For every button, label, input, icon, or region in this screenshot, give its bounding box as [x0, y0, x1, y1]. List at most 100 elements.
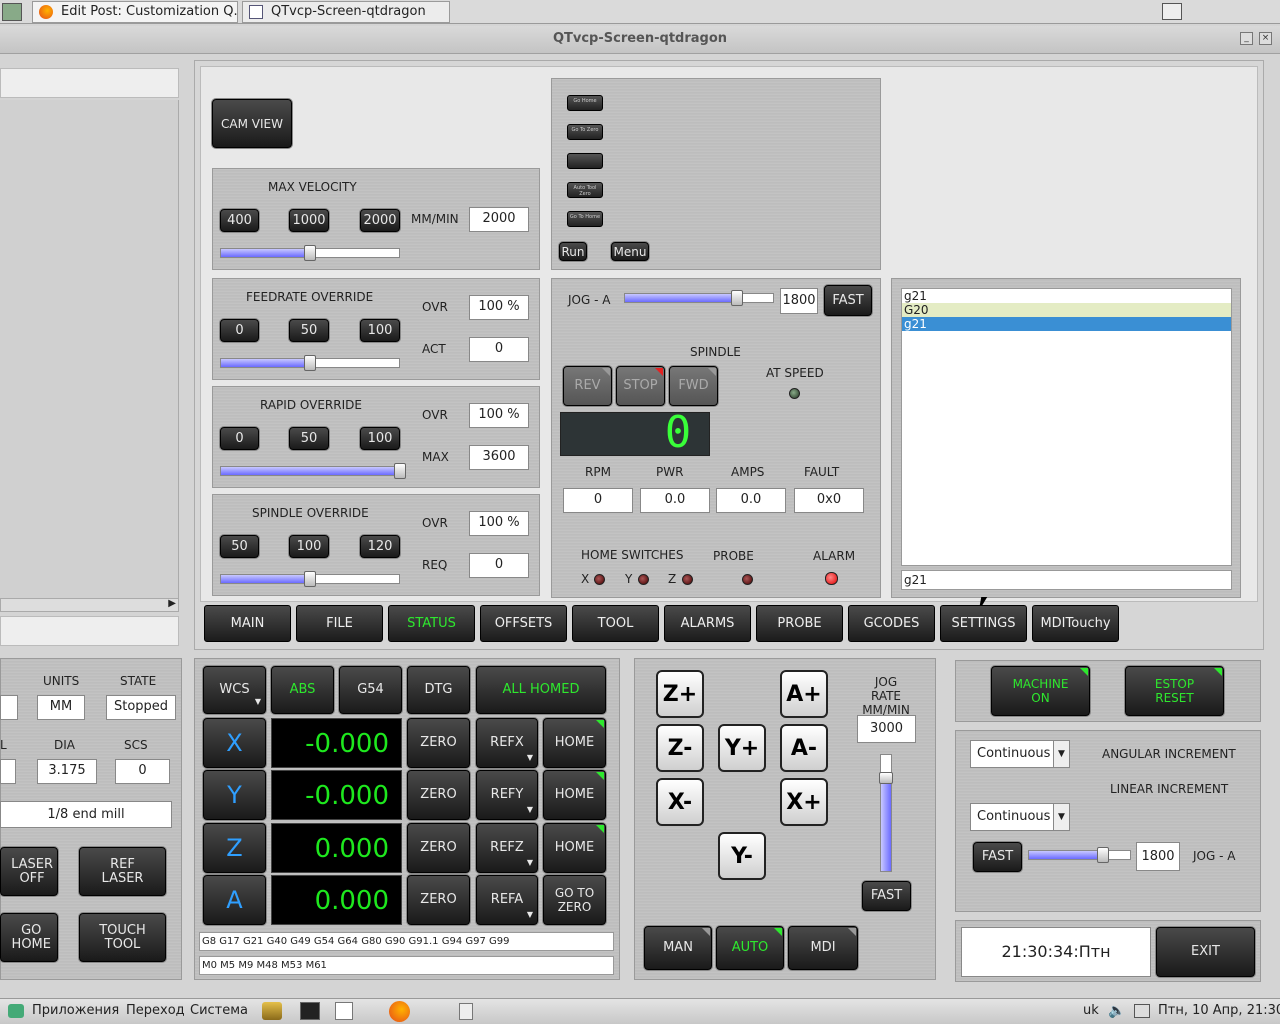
volume-icon[interactable]: 🔈 [1108, 1000, 1125, 1022]
jog-a-plus-button[interactable]: A+ [780, 670, 828, 718]
tab-settings[interactable]: SETTINGS [940, 605, 1027, 642]
tab-alarms[interactable]: ALARMS [664, 605, 751, 642]
applications-menu[interactable]: Приложения [32, 1000, 119, 1022]
rapid-slider-handle[interactable] [394, 463, 406, 479]
jog-x-plus-button[interactable]: X+ [780, 778, 828, 826]
jog-a-slider-handle[interactable] [730, 290, 743, 306]
run-button[interactable]: Run [559, 242, 587, 261]
tab-offsets[interactable]: OFFSETS [480, 605, 567, 642]
mdi-history-item[interactable]: G20 [902, 303, 1231, 317]
axis-z-button[interactable]: Z [203, 823, 266, 873]
home-y-button[interactable]: HOME [543, 770, 606, 820]
velocity-2000-button[interactable]: 2000 [360, 209, 400, 232]
axis-y-button[interactable]: Y [203, 770, 266, 820]
jog-a-fast-button[interactable]: FAST [824, 285, 872, 316]
ref-a-button[interactable]: REFA ▼ [476, 875, 538, 925]
spindle-100-button[interactable]: 100 [289, 535, 329, 558]
go-home-button[interactable]: GO HOME [0, 913, 58, 962]
jog-a-field[interactable]: 1800 [780, 288, 818, 314]
machine-on-button[interactable]: MACHINE ON [991, 666, 1090, 716]
menu-button[interactable]: Menu [611, 242, 649, 261]
jog-a-fast-button-2[interactable]: FAST [973, 842, 1022, 872]
cam-view-button[interactable]: CAM VIEW [212, 99, 292, 148]
macro-go-to-home-button[interactable]: Go To Home [567, 211, 603, 227]
linear-increment-select[interactable]: Continuous ▼ [970, 803, 1070, 831]
tab-gcodes[interactable]: GCODES [848, 605, 935, 642]
tab-tool[interactable]: TOOL [572, 605, 659, 642]
system-menu[interactable]: Система [190, 1000, 248, 1022]
max-velocity-slider-handle[interactable] [304, 245, 316, 261]
spindle-stop-button[interactable]: STOP [616, 366, 665, 406]
tab-mditouchy[interactable]: MDITouchy [1032, 605, 1119, 642]
macro-go-home-button[interactable]: Go Home [567, 95, 603, 111]
jog-y-minus-button[interactable]: Y- [718, 832, 766, 880]
jog-z-plus-button[interactable]: Z+ [656, 670, 704, 718]
browser-tab-qtvcp[interactable]: QTvcp-Screen-qtdragon [242, 1, 450, 23]
axis-a-button[interactable]: A [203, 875, 266, 925]
dropdown-arrow-icon[interactable]: ▼ [1053, 741, 1069, 767]
tab-status[interactable]: STATUS [388, 605, 475, 642]
jog-rate-slider-handle[interactable] [879, 771, 893, 784]
places-menu[interactable]: Переход [126, 1000, 185, 1022]
spindle-50-button[interactable]: 50 [220, 535, 259, 558]
mdi-history-item[interactable]: g21 [902, 289, 1231, 303]
spindle-slider-handle[interactable] [304, 571, 316, 587]
browser-tab-edit-post[interactable]: Edit Post: Customization Q... [32, 1, 238, 23]
jog-x-minus-button[interactable]: X- [656, 778, 704, 826]
tab-file[interactable]: FILE [296, 605, 383, 642]
scrollbar[interactable]: ▶ [0, 598, 179, 612]
spindle-rev-button[interactable]: REV [563, 366, 612, 406]
scroll-right-icon[interactable]: ▶ [168, 598, 176, 609]
tab-probe[interactable]: PROBE [756, 605, 843, 642]
rapid-slider[interactable] [220, 466, 400, 476]
ref-y-button[interactable]: REFY ▼ [476, 770, 538, 820]
macro-blank-button[interactable] [567, 153, 603, 169]
jog-a-minus-button[interactable]: A- [780, 724, 828, 772]
ref-laser-button[interactable]: REF LASER [79, 847, 166, 896]
feedrate-slider-handle[interactable] [304, 355, 316, 371]
dtg-button[interactable]: DTG [407, 666, 470, 714]
feedrate-0-button[interactable]: 0 [220, 319, 259, 342]
rapid-100-button[interactable]: 100 [360, 427, 400, 450]
laser-off-button[interactable]: LASER OFF [0, 847, 58, 896]
mdi-mode-button[interactable]: MDI [788, 926, 858, 970]
auto-mode-button[interactable]: AUTO [716, 926, 784, 970]
zero-z-button[interactable]: ZERO [407, 823, 470, 873]
macro-go-to-zero-button[interactable]: Go To Zero [567, 124, 603, 140]
tab-main[interactable]: MAIN [204, 605, 291, 642]
zero-a-button[interactable]: ZERO [407, 875, 470, 925]
g54-button[interactable]: G54 [339, 666, 402, 714]
mdi-input[interactable]: g21 [901, 570, 1232, 590]
trash-icon[interactable] [459, 1003, 473, 1020]
linuxcnc-launcher-icon[interactable] [262, 1002, 282, 1020]
feedrate-100-button[interactable]: 100 [360, 319, 400, 342]
abs-button[interactable]: ABS [271, 666, 334, 714]
minimize-icon[interactable]: _ [1240, 32, 1253, 45]
rapid-0-button[interactable]: 0 [220, 427, 259, 450]
rapid-50-button[interactable]: 50 [289, 427, 329, 450]
jog-a-slider-2[interactable] [1028, 850, 1131, 860]
zero-x-button[interactable]: ZERO [407, 718, 470, 768]
max-velocity-field[interactable]: 2000 [469, 207, 529, 232]
ref-z-button[interactable]: REFZ ▼ [476, 823, 538, 873]
touch-tool-button[interactable]: TOUCH TOOL [79, 913, 166, 962]
home-x-button[interactable]: HOME [543, 718, 606, 768]
feedrate-50-button[interactable]: 50 [289, 319, 329, 342]
terminal-launcher-icon[interactable] [300, 1002, 320, 1020]
man-mode-button[interactable]: MAN [644, 926, 712, 970]
mdi-history-item-selected[interactable]: g21 [902, 317, 1231, 331]
spindle-120-button[interactable]: 120 [360, 535, 400, 558]
text-editor-launcher-icon[interactable] [335, 1002, 353, 1020]
axis-x-button[interactable]: X [203, 718, 266, 768]
jog-a-slider[interactable] [624, 293, 774, 303]
velocity-1000-button[interactable]: 1000 [289, 209, 329, 232]
velocity-400-button[interactable]: 400 [220, 209, 259, 232]
jog-y-plus-button[interactable]: Y+ [718, 724, 766, 772]
exit-button[interactable]: EXIT [1156, 927, 1255, 977]
macro-auto-tool-zero-button[interactable]: Auto Tool Zero [567, 182, 603, 198]
jog-a-slider-2-handle[interactable] [1097, 847, 1110, 863]
clock-datetime[interactable]: Птн, 10 Апр, 21:30 [1158, 1000, 1280, 1022]
jog-a-field-2[interactable]: 1800 [1136, 842, 1180, 871]
close-icon[interactable]: × [1259, 32, 1272, 45]
keyboard-layout-indicator[interactable]: uk [1083, 1000, 1099, 1022]
